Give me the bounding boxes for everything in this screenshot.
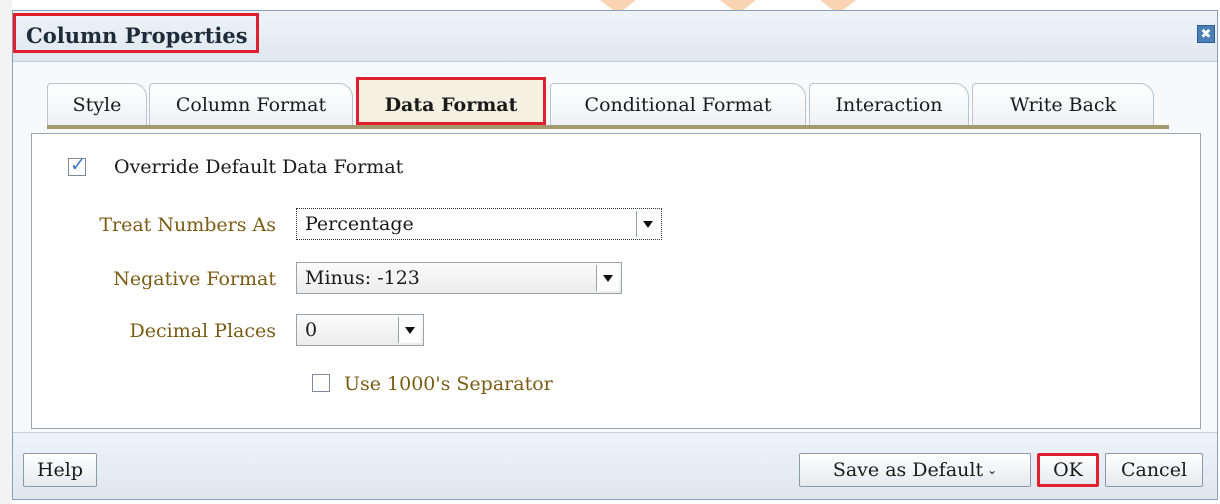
help-button[interactable]: Help	[23, 453, 97, 487]
dialog-title: Column Properties	[13, 13, 259, 53]
tab-conditional-format[interactable]: Conditional Format	[550, 83, 806, 125]
separator-checkbox[interactable]	[312, 374, 330, 392]
tab-interaction[interactable]: Interaction	[809, 83, 969, 125]
negative-format-label: Negative Format	[113, 268, 276, 290]
dropdown-arrow-icon	[596, 265, 619, 291]
save-as-default-button[interactable]: Save as Default ⌄	[799, 453, 1031, 487]
override-default-label: Override Default Data Format	[114, 156, 404, 178]
override-default-checkbox[interactable]	[68, 154, 86, 176]
negative-format-value: Minus: -123	[305, 267, 420, 289]
column-properties-dialog: Column Properties ✖ Style Column Format …	[12, 10, 1218, 500]
ok-button[interactable]: OK	[1037, 453, 1099, 487]
tab-underline	[47, 125, 1169, 129]
treat-numbers-value: Percentage	[305, 213, 414, 235]
tab-column-format[interactable]: Column Format	[149, 83, 353, 125]
decimal-places-label: Decimal Places	[129, 320, 276, 342]
dropdown-arrow-icon	[636, 211, 659, 237]
chevron-down-icon: ⌄	[987, 463, 998, 477]
treat-numbers-select[interactable]: Percentage	[296, 208, 662, 240]
close-icon[interactable]: ✖	[1197, 25, 1215, 43]
decimal-places-select[interactable]: 0	[296, 314, 424, 346]
dropdown-arrow-icon	[398, 317, 421, 343]
dialog-footer: Help Save as Default ⌄ OK Cancel	[13, 432, 1217, 499]
dialog-titlebar: Column Properties ✖	[13, 11, 1217, 62]
background-page-edge	[0, 0, 12, 504]
tab-data-format[interactable]: Data Format	[356, 77, 546, 125]
tab-style[interactable]: Style	[47, 83, 147, 125]
decimal-places-value: 0	[305, 319, 318, 341]
data-format-panel: Override Default Data Format Treat Numbe…	[31, 133, 1201, 429]
cancel-button[interactable]: Cancel	[1105, 453, 1203, 487]
treat-numbers-label: Treat Numbers As	[99, 214, 276, 236]
negative-format-select[interactable]: Minus: -123	[296, 262, 622, 294]
tab-write-back[interactable]: Write Back	[972, 83, 1154, 125]
save-as-default-label: Save as Default	[832, 459, 984, 481]
separator-label: Use 1000's Separator	[344, 373, 553, 395]
